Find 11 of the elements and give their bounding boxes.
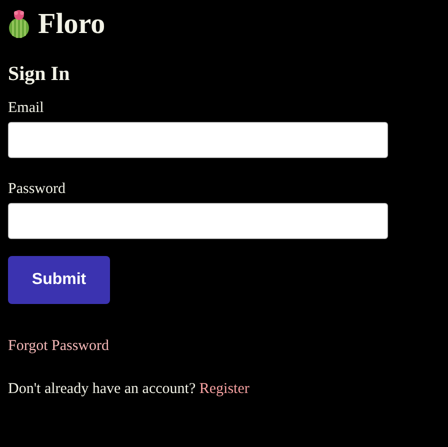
field-label: Password — [8, 180, 66, 198]
register-link[interactable]: Register — [199, 380, 250, 396]
register-prompt: Don't already have an account? Register — [8, 380, 250, 398]
field-label: Email — [8, 99, 44, 118]
form-title: Sign In — [8, 62, 71, 87]
forgot-password-link[interactable]: Forgot Password — [8, 338, 109, 354]
input-field[interactable] — [8, 202, 388, 238]
input-field[interactable] — [8, 122, 388, 158]
brand-name: Floro — [38, 10, 106, 38]
submit-button[interactable]: Submit — [8, 256, 110, 304]
cactus-flower-icon — [8, 9, 30, 39]
